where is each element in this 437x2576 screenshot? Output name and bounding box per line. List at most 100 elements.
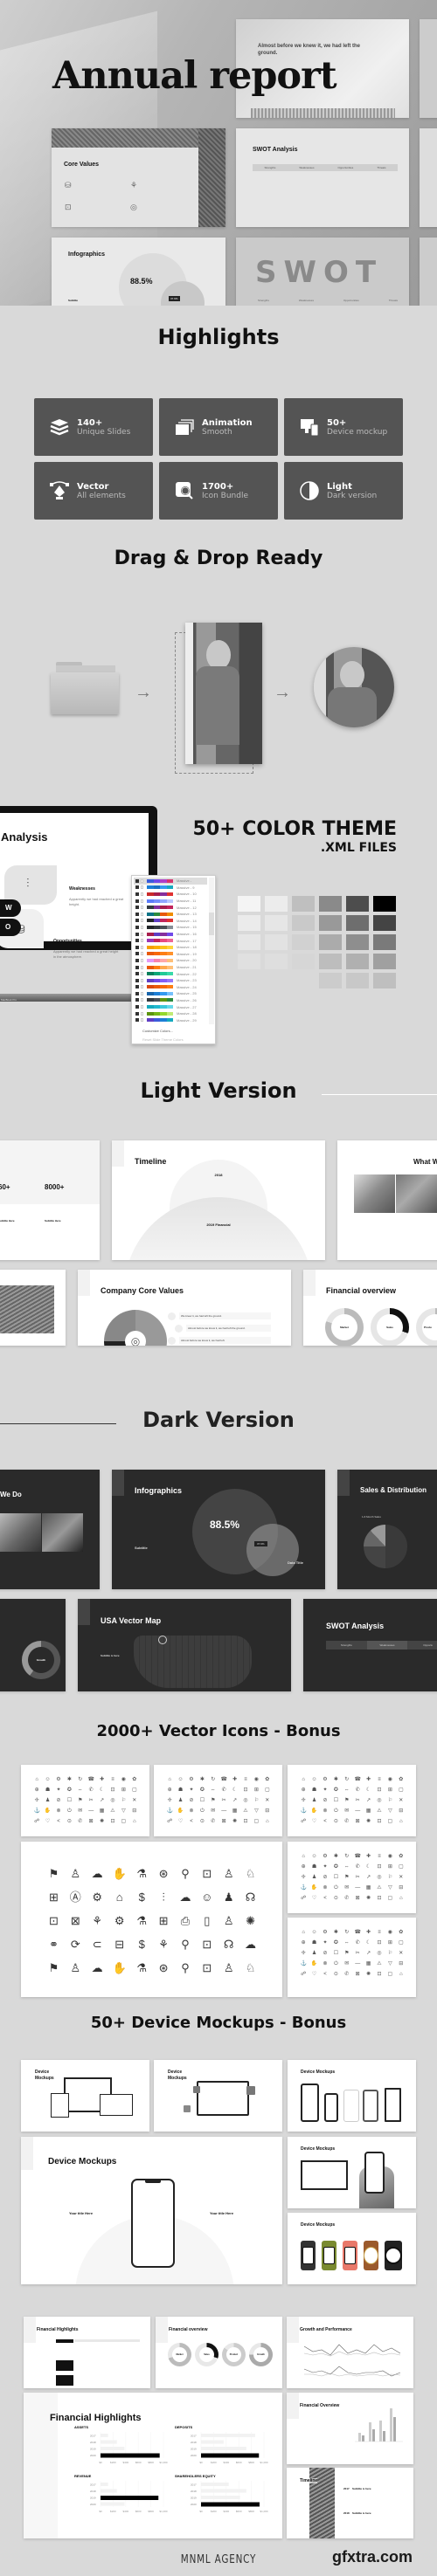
theme-swatch	[135, 991, 139, 995]
swot-col: Opportu	[407, 1641, 437, 1650]
theme-swatch-strip	[147, 919, 173, 923]
fin-bar	[201, 2496, 240, 2499]
watch-photo	[354, 1174, 395, 1213]
vector-icon: ⌂	[302, 1777, 305, 1782]
fin-donut-label: Growth	[253, 2347, 268, 2362]
theme-option[interactable]: Massive - 12	[134, 904, 207, 911]
fin-x-tick: $200	[211, 2461, 217, 2464]
icon-grid: ⌂ ☺ ⚙ ✱ ↻ ☎ ✚ ≡ ◉ ✿ ⊕ ☗ ✦ ✪ ⇔ ✆ ☾ ⊡ ⊞ ▢ ✢ ♟ ⊘ ☐ ⚑ ✂ ↗ ◎ ⚐ ✕ ⚓ ✋ ⊗ ⏻ ✉ — ▦ ⚠ ▽ ⊟…	[300, 1777, 405, 1824]
theme-option[interactable]: Massive - 24	[134, 984, 207, 991]
info-subtitle: Subtitle	[135, 1546, 148, 1550]
theme-list: Massive - Massive - 9 Massive - 10 Massive …	[134, 878, 207, 1023]
theme-option[interactable]: Massive - 10	[134, 891, 207, 898]
vector-icon: ↻	[78, 1777, 83, 1782]
vector-icon: ☺	[45, 1777, 51, 1782]
vector-icon: ▢	[398, 1864, 404, 1870]
icon-slide: ⌂ ☺ ⚙ ✱ ↻ ☎ ✚ ≡ ◉ ✿ ⊕ ☗ ✦ ✪ ⇔ ✆ ☾ ⊡ ⊞ ▢ ✢ ♟ ⊘ ☐ ⚑ ✂ ↗ ◎ ⚐ ✕ ⚓ ✋ ⊗ ⏻ ✉ — ▦ ⚠ ▽ ⊟…	[154, 1765, 282, 1836]
vector-icon: ✺	[100, 1819, 105, 1824]
vector-icon: ☁	[245, 1938, 257, 1951]
info-badge: 37.9%	[169, 296, 180, 301]
app-icon	[184, 2105, 191, 2112]
theme-option[interactable]: Massive - 20	[134, 957, 207, 964]
vector-icon: ⊕	[301, 1787, 306, 1793]
vector-icon: ♡	[45, 1819, 51, 1824]
vector-icon: ⏻	[67, 1808, 72, 1814]
vector-icon: ⏻	[334, 1961, 338, 1966]
hero-title: Annual report	[52, 54, 337, 98]
vector-icon: ▦	[365, 1961, 371, 1966]
dropdown-scrollbar[interactable]	[209, 878, 214, 1024]
light-slide-building	[0, 1270, 66, 1346]
color-swatch	[346, 934, 369, 950]
vector-icon: Ⓐ	[69, 1891, 81, 1904]
timeline-year: 2018	[343, 2511, 350, 2515]
theme-option[interactable]: Massive - 27	[134, 1003, 207, 1010]
dark-slide-sales: Sales & Distribution 1-6 Month Sales	[337, 1470, 437, 1589]
theme-option[interactable]: Massive - 9	[134, 885, 207, 892]
theme-option[interactable]: Massive - 26	[134, 997, 207, 1004]
theme-swatch-strip	[147, 878, 173, 883]
theme-option[interactable]: Massive - 14	[134, 918, 207, 925]
core-icon: ⊡	[65, 203, 72, 211]
opportunities-text: Apparently we had reached a great height…	[53, 949, 119, 959]
stat-value: 8000+	[45, 1183, 65, 1191]
icon-slide: ⌂ ☺ ⚙ ✱ ↻ ☎ ✚ ≡ ◉ ✿ ⊕ ☗ ✦ ✪ ⇔ ✆ ☾ ⊡ ⊞ ▢ ✢ ♟ ⊘ ☐ ⚑ ✂ ↗ ◎ ⚐ ✕ ⚓ ✋ ⊗ ⏻ ✉ — ▦ ⚠ ▽ ⊟…	[288, 1918, 416, 1997]
stat-subtitle: Subtitle Here	[0, 1219, 15, 1223]
mockup-slide-devices: Device Mockups	[21, 2060, 149, 2132]
theme-dropdown[interactable]: Massive - Massive - 9 Massive - 10 Massive …	[131, 875, 216, 1044]
core-value-item: Almost before we knew it, we had left th…	[175, 1322, 271, 1334]
theme-option[interactable]: Massive - 25	[134, 990, 207, 997]
theme-option[interactable]: Massive - 23	[134, 977, 207, 984]
fin-bar	[101, 2483, 108, 2486]
devices-icon	[300, 417, 319, 437]
swot-w-block: W	[0, 899, 21, 917]
theme-option[interactable]: Massive - 21	[134, 964, 207, 971]
theme-option[interactable]: Massive - 17	[134, 937, 207, 944]
vector-icon: ☍	[301, 1896, 307, 1901]
core-values-list: We knew it, we had left the ground. Almos…	[168, 1310, 271, 1346]
vector-icon: ✆	[355, 1787, 360, 1793]
vector-icon: ✿	[132, 1777, 137, 1782]
vector-icon: ⊡	[377, 1972, 382, 1977]
light-slide-stats: 60+ 8000+ Subtitle Here Subtitle Here	[0, 1140, 100, 1260]
theme-option-label: Massive - 19	[177, 951, 197, 956]
theme-option[interactable]: Massive - 19	[134, 951, 207, 958]
vector-icon: ☁	[91, 1867, 103, 1880]
value-icon	[175, 1324, 183, 1333]
reset-colors-item[interactable]: Reset Slide Theme Colors	[142, 1037, 184, 1042]
theme-swatch-strip	[147, 991, 173, 995]
vector-icon: ☊	[223, 1938, 234, 1951]
watermark: gfxtra.com	[332, 2548, 413, 2566]
tablet-mockup	[51, 2093, 69, 2118]
vector-icon: <	[57, 1819, 60, 1824]
theme-option[interactable]: Massive - 13	[134, 911, 207, 918]
vector-icon: ♟	[45, 1798, 51, 1803]
vector-icon: ☺	[311, 1854, 317, 1859]
theme-option[interactable]: Massive -	[134, 878, 207, 885]
vector-icon: ↗	[366, 1875, 371, 1880]
value-text: We knew it, we had left the ground.	[179, 1312, 271, 1319]
theme-option[interactable]: Massive - 28	[134, 1010, 207, 1017]
overview-bar	[390, 2408, 392, 2442]
vector-icon: ☐	[333, 1798, 339, 1803]
vector-icon: <	[190, 1819, 193, 1824]
vector-icon: ✉	[344, 1885, 350, 1891]
theme-option[interactable]: Massive - 11	[134, 898, 207, 905]
customize-colors-item[interactable]: Customize Colors...	[142, 1029, 173, 1033]
vector-icon: ✺	[366, 1972, 371, 1977]
arrow-right-icon: →	[135, 683, 152, 702]
theme-swatch-strip	[147, 892, 173, 896]
weaknesses-heading: Weaknesses	[69, 886, 95, 892]
theme-swatch	[135, 945, 139, 949]
theme-option[interactable]: Massive - 18	[134, 944, 207, 951]
vector-icon: ▢	[387, 1972, 393, 1977]
theme-option[interactable]: Massive - 22	[134, 970, 207, 977]
vector-icon: ⊠	[355, 1896, 360, 1901]
theme-option[interactable]: Massive - 15	[134, 924, 207, 931]
fin-donut: Sales	[195, 2343, 218, 2366]
vector-icon: ☎	[87, 1777, 94, 1782]
theme-option[interactable]: Massive - 29	[134, 1016, 207, 1023]
theme-option[interactable]: Massive - 16	[134, 931, 207, 938]
vector-icon: ✺	[246, 1914, 255, 1927]
vector-icon: ⫶	[162, 1891, 165, 1904]
